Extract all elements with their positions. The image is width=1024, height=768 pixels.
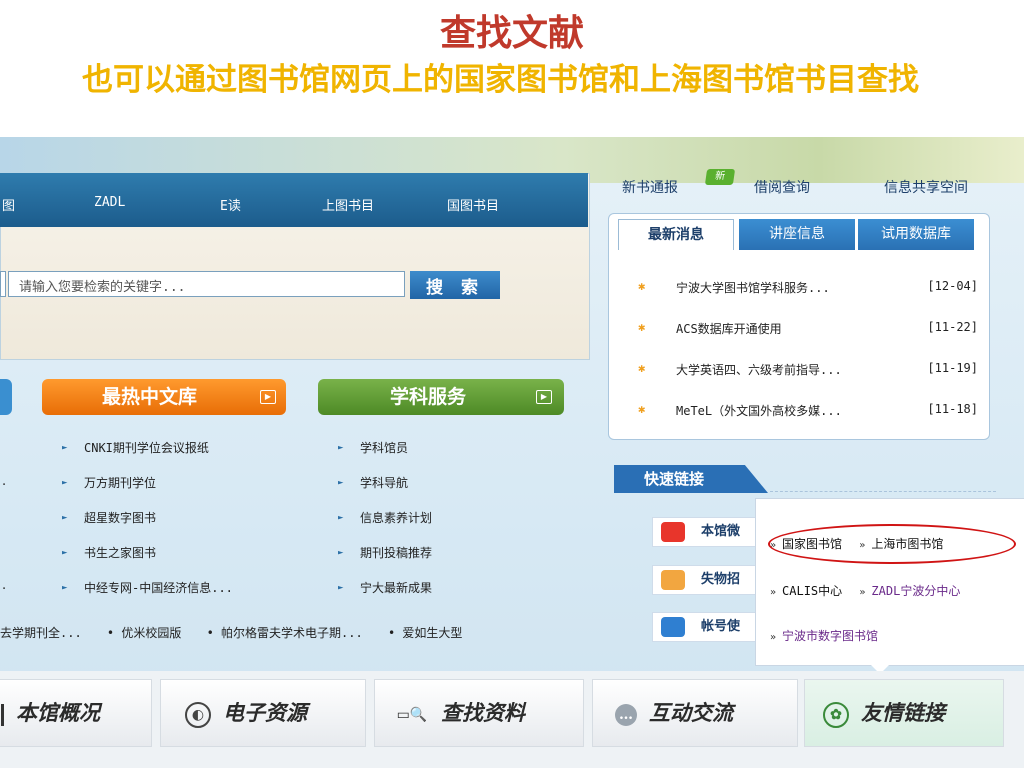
quick-link-weibo[interactable]: 本馆微 xyxy=(652,517,762,547)
star-bullet-icon: ✱ xyxy=(638,320,646,334)
subject-service-button[interactable]: 学科服务 ▶ xyxy=(318,379,564,415)
search-input[interactable]: 请输入您要检索的关键字... xyxy=(8,271,405,297)
list-item[interactable]: ► 超星数字图书 xyxy=(62,509,233,544)
news-item[interactable]: ✱ MeTeL（外文国外高校多媒... [11-18] xyxy=(638,402,978,443)
arrow-right-icon: ▶ xyxy=(536,390,552,404)
tab-e-resources[interactable]: ◐ 电子资源 xyxy=(160,679,366,747)
tab-trial-databases[interactable]: 试用数据库 xyxy=(858,219,974,250)
search-nav-bar xyxy=(0,173,588,227)
subject-service-label: 学科服务 xyxy=(390,386,467,408)
list-item[interactable]: ► CNKI期刊学位会议报纸 xyxy=(62,439,233,474)
bullet-icon: ► xyxy=(62,478,68,488)
list-item[interactable]: ► 中经专网-中国经济信息... xyxy=(62,579,233,614)
bullet-icon: ► xyxy=(338,513,344,523)
quick-link-lost-found[interactable]: 失物招 xyxy=(652,565,762,595)
borrow-query-link[interactable]: 借阅查询 xyxy=(754,177,810,197)
bullet-icon: ► xyxy=(338,548,344,558)
bullet-icon: ► xyxy=(338,583,344,593)
double-arrow-icon: » xyxy=(859,587,866,598)
list-item-partial: . xyxy=(2,578,7,593)
clover-icon: ✿ xyxy=(823,701,849,728)
resource-link[interactable]: • 优米校园版 xyxy=(107,626,181,640)
bullet-icon: ► xyxy=(62,583,68,593)
search-button[interactable]: 搜 索 xyxy=(410,271,500,299)
list-item[interactable]: ► 学科馆员 xyxy=(338,439,432,474)
star-bullet-icon: ✱ xyxy=(638,402,646,416)
subject-service-list: ► 学科馆员 ► 学科导航 ► 信息素养计划 ► 期刊投稿推荐 ► 宁大最新成果 xyxy=(338,439,432,614)
info-icon xyxy=(1,703,10,726)
bullet-icon: ► xyxy=(62,443,68,453)
arrow-right-icon: ▶ xyxy=(260,390,276,404)
new-badge: 新 xyxy=(704,169,736,185)
chat-icon: … xyxy=(615,703,637,726)
resource-link[interactable]: • 帕尔格雷夫学术电子期... xyxy=(207,626,363,640)
bullet-icon: ► xyxy=(62,548,68,558)
hot-chinese-db-button[interactable]: 最热中文库 ▶ xyxy=(42,379,286,415)
popup-row-3: » 宁波市数字图书馆 xyxy=(770,627,878,644)
news-item[interactable]: ✱ ACS数据库开通使用 [11-22] xyxy=(638,320,978,361)
resource-link[interactable]: • 爱如生大型 xyxy=(388,626,462,640)
search-icon: ▭🔍 xyxy=(396,706,428,723)
ningbo-digital-library-link[interactable]: 宁波市数字图书馆 xyxy=(782,629,878,643)
library-website-screenshot: 图 ZADL E读 上图书目 国图书目 请输入您要检索的关键字... 搜 索 最… xyxy=(0,137,1024,768)
news-list: ✱ 宁波大学图书馆学科服务... [12-04] ✱ ACS数据库开通使用 [11-22… xyxy=(638,279,978,443)
double-arrow-icon: » xyxy=(770,587,777,598)
nav-item-zadl[interactable]: ZADL xyxy=(94,195,125,210)
weibo-icon xyxy=(661,522,685,542)
quick-links-header: 快速链接 xyxy=(614,465,768,493)
divider xyxy=(770,491,996,492)
info-commons-link[interactable]: 信息共享空间 xyxy=(884,177,968,197)
slide-subtitle: 也可以通过图书馆网页上的国家图书馆和上海图书馆书目查找 xyxy=(82,62,919,98)
list-item[interactable]: ► 万方期刊学位 xyxy=(62,474,233,509)
zadl-ningbo-link[interactable]: ZADL宁波分中心 xyxy=(871,584,960,598)
tab-find-materials[interactable]: ▭🔍 查找资料 xyxy=(374,679,584,747)
star-bullet-icon: ✱ xyxy=(638,279,646,293)
nav-item-partial[interactable]: 图 xyxy=(2,195,15,214)
list-item[interactable]: ► 学科导航 xyxy=(338,474,432,509)
tab-latest-news[interactable]: 最新消息 xyxy=(618,219,734,250)
bullet-icon: ► xyxy=(338,443,344,453)
bullet-icon: ► xyxy=(62,513,68,523)
search-placeholder: 请输入您要检索的关键字... xyxy=(19,280,186,295)
list-item[interactable]: ► 期刊投稿推荐 xyxy=(338,544,432,579)
double-arrow-icon: » xyxy=(770,632,777,643)
tab-friendly-links[interactable]: ✿ 友情链接 xyxy=(804,679,1004,747)
nav-item-eread[interactable]: E读 xyxy=(220,195,241,214)
hot-chinese-db-label: 最热中文库 xyxy=(102,386,198,408)
list-item-partial: . xyxy=(2,474,7,489)
new-books-link[interactable]: 新书通报 xyxy=(622,177,678,197)
cart-icon xyxy=(661,570,685,590)
list-item[interactable]: ► 宁大最新成果 xyxy=(338,579,432,614)
list-item[interactable]: ► 信息素养计划 xyxy=(338,509,432,544)
nav-item-national-catalog[interactable]: 国图书目 xyxy=(447,195,499,214)
resource-link[interactable]: 去学期刊全... xyxy=(0,626,82,640)
quick-link-account[interactable]: 帐号使 xyxy=(652,612,762,642)
category-button-partial[interactable] xyxy=(0,379,12,415)
tab-lectures[interactable]: 讲座信息 xyxy=(739,219,855,250)
hot-chinese-db-list: ► CNKI期刊学位会议报纸 ► 万方期刊学位 ► 超星数字图书 ► 书生之家图书 ► 中… xyxy=(62,439,233,614)
search-scope-select[interactable] xyxy=(0,271,6,297)
resource-link-strip: 去学期刊全... • 优米校园版 • 帕尔格雷夫学术电子期... • 爱如生大型 xyxy=(0,624,600,641)
star-bullet-icon: ✱ xyxy=(638,361,646,375)
list-item[interactable]: ► 书生之家图书 xyxy=(62,544,233,579)
bullet-icon: ► xyxy=(338,478,344,488)
tab-interaction[interactable]: … 互动交流 xyxy=(592,679,798,747)
red-highlight-ellipse xyxy=(768,524,1016,564)
news-item[interactable]: ✱ 宁波大学图书馆学科服务... [12-04] xyxy=(638,279,978,320)
slide-title: 查找文献 xyxy=(439,12,584,54)
news-item[interactable]: ✱ 大学英语四、六级考前指导... [11-19] xyxy=(638,361,978,402)
calis-link[interactable]: CALIS中心 xyxy=(782,584,842,598)
tab-library-overview[interactable]: 本馆概况 xyxy=(0,679,152,747)
globe-icon: ◐ xyxy=(185,701,211,728)
popup-row-2: » CALIS中心 » ZADL宁波分中心 xyxy=(770,582,960,599)
user-icon xyxy=(661,617,685,637)
nav-item-shanghai-catalog[interactable]: 上图书目 xyxy=(322,195,374,214)
